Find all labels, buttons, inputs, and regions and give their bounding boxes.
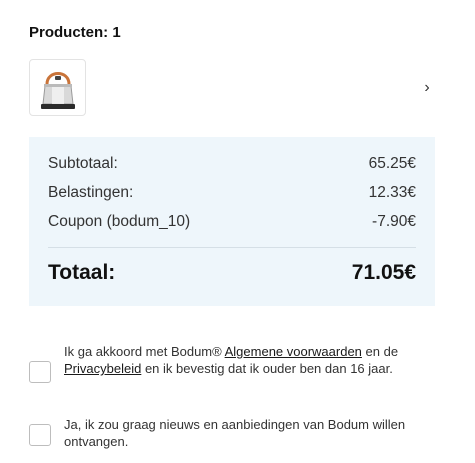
total-label: Totaal: <box>48 261 116 284</box>
summary-divider <box>48 247 416 248</box>
terms-checkbox[interactable] <box>29 361 51 383</box>
tax-value: 12.33€ <box>368 184 416 201</box>
terms-text-part-2: en de <box>361 344 399 359</box>
terms-text-part-1: Ik ga akkoord met Bodum® <box>64 344 225 359</box>
subtotal-label: Subtotaal: <box>48 155 118 172</box>
terms-text: Ik ga akkoord met Bodum® Algemene voorwa… <box>64 343 449 377</box>
product-thumbnail[interactable] <box>29 59 86 116</box>
product-item[interactable]: › <box>29 59 449 117</box>
coupon-value: -7.90€ <box>372 213 416 230</box>
terms-link[interactable]: Algemene voorwaarden <box>225 344 362 359</box>
kettle-image <box>41 72 75 109</box>
coupon-label: Coupon (bodum_10) <box>48 213 191 230</box>
total-value: 71.05€ <box>351 261 416 284</box>
terms-text-part-3: en ik bevestig dat ik ouder ben dan 16 j… <box>141 361 393 376</box>
chevron-right-icon[interactable]: › <box>420 79 434 97</box>
newsletter-checkbox[interactable] <box>29 424 51 446</box>
tax-label: Belastingen: <box>48 184 134 201</box>
newsletter-text: Ja, ik zou graag nieuws en aanbiedingen … <box>64 417 406 449</box>
privacy-link[interactable]: Privacybeleid <box>64 361 141 376</box>
products-title: Producten: 1 <box>29 24 121 41</box>
subtotal-value: 65.25€ <box>368 155 416 172</box>
order-summary: Subtotaal: 65.25€ Belastingen: 12.33€ Co… <box>29 137 435 306</box>
